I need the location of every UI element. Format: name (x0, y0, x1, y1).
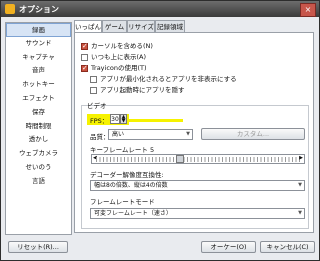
fps-input[interactable]: 30 (110, 114, 120, 124)
sidebar-item-save[interactable]: 保存 (6, 106, 71, 120)
keyframe-label: キーフレームレート 5 (90, 146, 155, 154)
decoder-value: 幅は8の倍数、縦は4の倍数 (94, 182, 168, 189)
framemode-select[interactable]: 可変フレームレート（速さ） ▼ (90, 208, 305, 219)
checkbox-label: カーソルを含める(N) (91, 42, 153, 50)
fps-label: FPS： (90, 117, 109, 125)
title-bar: オプション × (1, 1, 319, 17)
reset-button[interactable]: リセット(R)... (8, 241, 68, 253)
decoder-select[interactable]: 幅は8の倍数、縦は4の倍数 ▼ (90, 180, 305, 191)
framemode-value: 可変フレームレート（速さ） (94, 210, 172, 217)
checkbox-box[interactable] (90, 76, 97, 83)
checkbox-box[interactable] (81, 41, 88, 52)
sidebar-item-capture[interactable]: キャプチャ (6, 51, 71, 65)
quality-value: 高い (112, 131, 125, 138)
checkbox-box[interactable] (81, 54, 88, 61)
chevron-down-icon: ▼ (298, 210, 302, 216)
framemode-label: フレームレートモード (90, 198, 155, 206)
tab-game[interactable]: ゲーム (102, 20, 127, 32)
sidebar-item-recording[interactable]: 録画 (6, 23, 71, 37)
tab-resize[interactable]: リサイズ (127, 20, 155, 32)
sidebar-item-webcam[interactable]: ウェブカメラ (6, 147, 71, 161)
app-icon (5, 4, 15, 14)
chevron-down-icon: ▼ (186, 131, 190, 137)
sidebar-item-watermark[interactable]: 透かし (6, 133, 71, 147)
slider-right-arrow-icon: ▶ (299, 155, 303, 161)
sidebar-item-performance[interactable]: せいのう (6, 161, 71, 175)
keyframe-slider[interactable]: ◀ ▶ (91, 154, 305, 164)
highlight-stroke (129, 119, 183, 122)
checkbox-label: アプリ起動時にアプリを隠す (100, 86, 185, 94)
sidebar-item-language[interactable]: 言語 (6, 175, 71, 189)
checkbox-box[interactable] (81, 63, 88, 74)
slider-thumb[interactable] (176, 155, 184, 163)
video-group-label: ビデオ (87, 102, 107, 110)
sidebar-item-hotkey[interactable]: ホットキー (6, 78, 71, 92)
options-window: オプション × 録画 サウンド キャプチャ 音声 ホットキー エフェクト 保存 … (0, 0, 320, 261)
sidebar-item-sound[interactable]: サウンド (6, 37, 71, 51)
tab-record-area[interactable]: 記録領域 (155, 20, 185, 32)
checkbox-label: Trayiconの使用(T) (91, 64, 147, 72)
checkbox-label: アプリが最小化されるとアプリを非表示にする (100, 75, 237, 83)
quality-label: 品質： (90, 133, 110, 141)
window-title: オプション (19, 5, 59, 14)
ok-button[interactable]: オーケー(O) (201, 241, 256, 253)
checkbox-box[interactable] (90, 87, 97, 94)
slider-ticks (96, 157, 300, 162)
custom-button[interactable]: カスタム... (201, 128, 305, 140)
checkbox-label: いつも上に表示(A) (91, 53, 147, 61)
cancel-button[interactable]: キャンセル(C) (260, 241, 315, 253)
category-list: 録画 サウンド キャプチャ 音声 ホットキー エフェクト 保存 時間制限 透かし… (5, 22, 72, 235)
chevron-down-icon: ▼ (298, 182, 302, 188)
decoder-label: デコーダー解像度互換性: (90, 171, 164, 179)
close-button[interactable]: × (300, 3, 316, 17)
sidebar-item-time-limit[interactable]: 時間制限 (6, 120, 71, 134)
quality-select[interactable]: 高い ▼ (108, 129, 193, 140)
sidebar-item-audio[interactable]: 音声 (6, 64, 71, 78)
sidebar-item-effect[interactable]: エフェクト (6, 92, 71, 106)
fps-spinner[interactable]: ▲ ▼ (120, 114, 127, 124)
